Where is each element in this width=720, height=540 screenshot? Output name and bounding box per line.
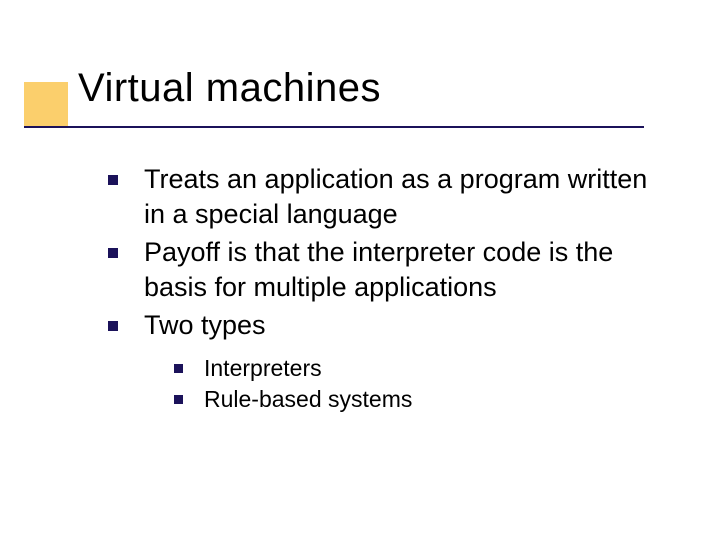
list-item: Payoff is that the interpreter code is t… xyxy=(108,235,668,304)
slide-body: Treats an application as a program writt… xyxy=(108,162,668,419)
slide: Virtual machines Treats an application a… xyxy=(0,0,720,540)
bullet-list: Treats an application as a program writt… xyxy=(108,162,668,415)
title-underline xyxy=(24,126,644,128)
square-bullet-icon xyxy=(174,364,183,373)
list-item-text: Rule-based systems xyxy=(204,386,412,412)
square-bullet-icon xyxy=(108,175,118,185)
list-item-text: Two types xyxy=(144,310,266,340)
list-item: Rule-based systems xyxy=(174,384,668,415)
list-item: Two types Interpreters Rule-based system… xyxy=(108,308,668,415)
list-item: Interpreters xyxy=(174,353,668,384)
slide-title: Virtual machines xyxy=(78,66,381,111)
square-bullet-icon xyxy=(174,395,183,404)
list-item-text: Payoff is that the interpreter code is t… xyxy=(144,237,613,302)
list-item: Treats an application as a program writt… xyxy=(108,162,668,231)
accent-square xyxy=(24,82,68,126)
square-bullet-icon xyxy=(108,321,118,331)
list-item-text: Treats an application as a program writt… xyxy=(144,164,647,229)
list-item-text: Interpreters xyxy=(204,355,322,381)
sub-bullet-list: Interpreters Rule-based systems xyxy=(144,353,668,415)
square-bullet-icon xyxy=(108,248,118,258)
